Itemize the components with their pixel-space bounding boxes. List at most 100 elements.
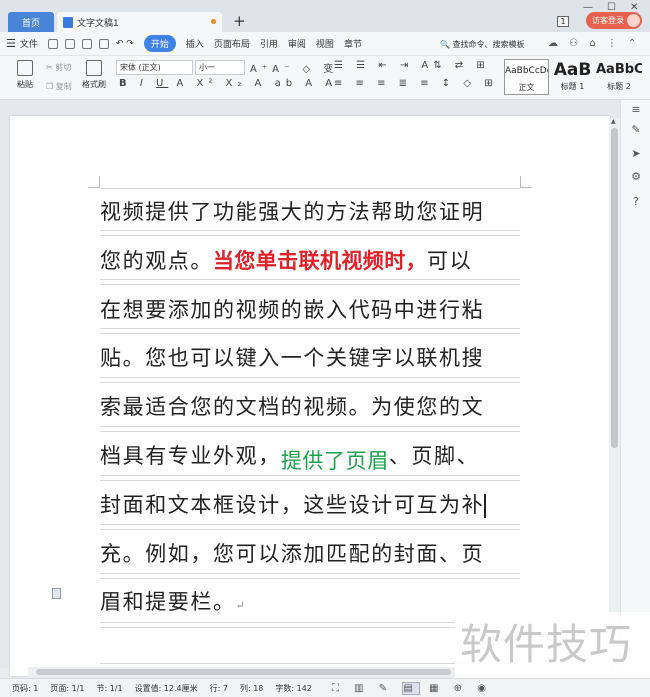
command-search[interactable]: 🔍 查找命令、搜索模板	[440, 39, 525, 50]
font-format-icons[interactable]: B I U A X² X₂ A ab A A	[119, 78, 337, 89]
green-text-run: 提供了页眉	[280, 448, 389, 473]
file-menu[interactable]: 文件	[20, 37, 38, 50]
new-tab-button[interactable]: +	[233, 12, 246, 30]
pdf-icon[interactable]	[64, 38, 75, 49]
format-painter-icon	[86, 60, 102, 76]
watermark: 软件技巧	[455, 612, 650, 678]
paste-button[interactable]: 粘贴	[12, 60, 38, 90]
text-line[interactable]: 在想要添加的视频的嵌入代码中进行粘	[100, 292, 525, 341]
text-run: 视频提供了功能强大的方法帮助您证明	[100, 200, 485, 224]
text-line[interactable]: 您的观点。当您单击联机视频时，可以	[100, 243, 525, 292]
cloud-share-icons[interactable]: ☁ ⚇ ⌂ ⋮ ⌃	[548, 38, 640, 49]
view-mode-icons[interactable]: ⛶ ▥ ✎ ▤ ▦ ⊕ ◉	[332, 682, 492, 695]
status-word-count[interactable]: 字数: 142	[275, 683, 312, 694]
horizontal-scrollbar[interactable]	[28, 667, 458, 677]
paste-label: 粘贴	[17, 80, 33, 89]
text-line[interactable]: 封面和文本框设计，这些设计可互为补	[100, 487, 525, 536]
unsaved-dot-icon	[211, 19, 216, 24]
text-run: 可以	[427, 248, 473, 273]
tab-chapter[interactable]: 章节	[344, 37, 362, 50]
document-body[interactable]: 视频提供了功能强大的方法帮助您证明您的观点。当您单击联机视频时，可以在想要添加的…	[100, 194, 525, 633]
text-run: 贴。您也可以键入一个关键字以联机搜	[100, 346, 485, 371]
tab-review[interactable]: 审阅	[288, 37, 306, 50]
text-cursor	[484, 494, 486, 519]
tab-references[interactable]: 引用	[260, 37, 278, 50]
list-icons[interactable]: ☰ ☰ ⇤ ⇥ A⇅ ⇄ ⊞	[334, 60, 490, 71]
status-column[interactable]: 列: 18	[240, 683, 263, 694]
paragraph-align-icons[interactable]: ≡ ≡ ≡ ≣ ≡ ↕ ◇ ⊞	[334, 78, 498, 89]
text-run: 封面和文本框设计，这些设计可互为补	[100, 492, 485, 517]
paragraph-mark-icon: ↵	[235, 599, 247, 613]
status-bar: 页码: 1 页面: 1/1 节: 1/1 设置值: 12.4厘米 行: 7 列:…	[0, 678, 650, 697]
text-run: 在想要添加的视频的嵌入代码中进行粘	[100, 297, 485, 322]
print-preview-icon[interactable]	[98, 38, 109, 49]
login-label: 访客登录	[592, 16, 624, 25]
status-page-number[interactable]: 页码: 1	[12, 683, 38, 694]
pen-icon[interactable]: ✎	[630, 124, 642, 136]
text-run: 充。例如，您可以添加匹配的封面、页	[100, 541, 485, 566]
text-run: 索最适合您的文档的视频。为使您的文	[100, 395, 485, 420]
text-run: 档具有专业外观，	[100, 443, 281, 468]
tab-insert[interactable]: 插入	[186, 37, 204, 50]
copy-button[interactable]: ❐ 复制	[46, 81, 72, 92]
tab-start[interactable]: 开始	[143, 35, 176, 52]
document-page[interactable]: 视频提供了功能强大的方法帮助您证明您的观点。当您单击联机视频时，可以在想要添加的…	[10, 116, 610, 677]
ribbon: 粘贴 ✂ 剪切 ❐ 复制 格式刷 宋体 (正文) 小一 A⁺A⁻ ◇ 变 B I…	[0, 56, 650, 100]
text-line[interactable]: 充。例如，您可以添加匹配的封面、页	[100, 536, 525, 585]
save-icon[interactable]	[47, 38, 58, 49]
status-row[interactable]: 行: 7	[210, 683, 228, 694]
style-normal-preview: AaBbCcDd	[505, 66, 548, 76]
style-heading-2[interactable]: AaBbC 标题 2	[596, 59, 642, 95]
tab-home[interactable]: 首页	[8, 12, 54, 32]
text-run: 眉和提要栏。	[100, 590, 236, 615]
text-line[interactable]: 视频提供了功能强大的方法帮助您证明	[100, 194, 525, 243]
print-icon[interactable]	[81, 38, 92, 49]
cut-button[interactable]: ✂ 剪切	[46, 62, 71, 73]
text-line[interactable]: 档具有专业外观，提供了页眉、页脚、	[100, 438, 525, 487]
status-pages[interactable]: 页面: 1/1	[50, 683, 84, 694]
font-grow-shrink-icons[interactable]: A⁺A⁻ ◇ 变	[250, 60, 338, 75]
style-heading-1-name: 标题 1	[560, 82, 585, 91]
tab-document-label: 文字文稿1	[77, 18, 119, 29]
command-search-label: 查找命令、搜索模板	[452, 40, 525, 49]
cut-label: 剪切	[55, 63, 72, 72]
style-heading-1[interactable]: AaB 标题 1	[550, 59, 595, 95]
avatar-icon	[627, 14, 640, 27]
status-section[interactable]: 节: 1/1	[96, 683, 122, 694]
document-icon	[63, 16, 73, 28]
scroll-up-icon[interactable]: ▲	[611, 118, 616, 125]
style-normal[interactable]: AaBbCcDd 正文	[504, 59, 549, 95]
font-size-select[interactable]: 小一	[195, 60, 245, 75]
text-line[interactable]: 索最适合您的文档的视频。为使您的文	[100, 389, 525, 438]
vertical-scrollbar[interactable]: ▲	[609, 118, 620, 666]
margin-corner-top-right	[520, 176, 532, 188]
panel-menu-icon[interactable]: ≡	[630, 104, 642, 116]
style-heading-1-preview: AaB	[553, 60, 592, 80]
text-line[interactable]: 贴。您也可以键入一个关键字以联机搜	[100, 340, 525, 389]
copy-label: 复制	[55, 82, 72, 91]
horizontal-scroll-thumb[interactable]	[36, 669, 451, 675]
tab-document[interactable]: 文字文稿1	[57, 12, 222, 32]
help-icon[interactable]: ?	[630, 196, 642, 208]
format-painter-button[interactable]: 格式刷	[78, 60, 110, 90]
select-cursor-icon[interactable]: ➤	[630, 148, 642, 160]
document-canvas: 视频提供了功能强大的方法帮助您证明您的观点。当您单击联机视频时，可以在想要添加的…	[0, 100, 620, 677]
login-button[interactable]: 访客登录	[586, 12, 642, 29]
window-count-badge[interactable]: 1	[557, 16, 569, 27]
format-painter-label: 格式刷	[82, 80, 106, 89]
hamburger-icon[interactable]: ☰	[6, 37, 16, 50]
paragraph-handle-icon[interactable]	[52, 588, 61, 599]
vertical-scroll-thumb[interactable]	[611, 128, 618, 448]
style-heading-2-preview: AaBbC	[596, 62, 642, 77]
status-position[interactable]: 设置值: 12.4厘米	[135, 683, 198, 694]
undo-icon[interactable]: ↶ ↷	[116, 39, 134, 49]
tab-view[interactable]: 视图	[316, 37, 334, 50]
font-name-select[interactable]: 宋体 (正文)	[116, 60, 193, 75]
tab-page-layout[interactable]: 页面布局	[214, 37, 250, 50]
red-text-run: 当您单击联机视频时，	[213, 248, 427, 273]
title-bar: 首页 文字文稿1 + — ☐ ✕ 1 访客登录	[0, 0, 650, 32]
adjust-icon[interactable]: ⚙	[630, 171, 642, 183]
side-panel: ≡ ✎ ➤ ⚙ ?	[620, 100, 650, 668]
margin-corner-top-left	[88, 176, 100, 188]
paste-icon	[17, 60, 33, 76]
